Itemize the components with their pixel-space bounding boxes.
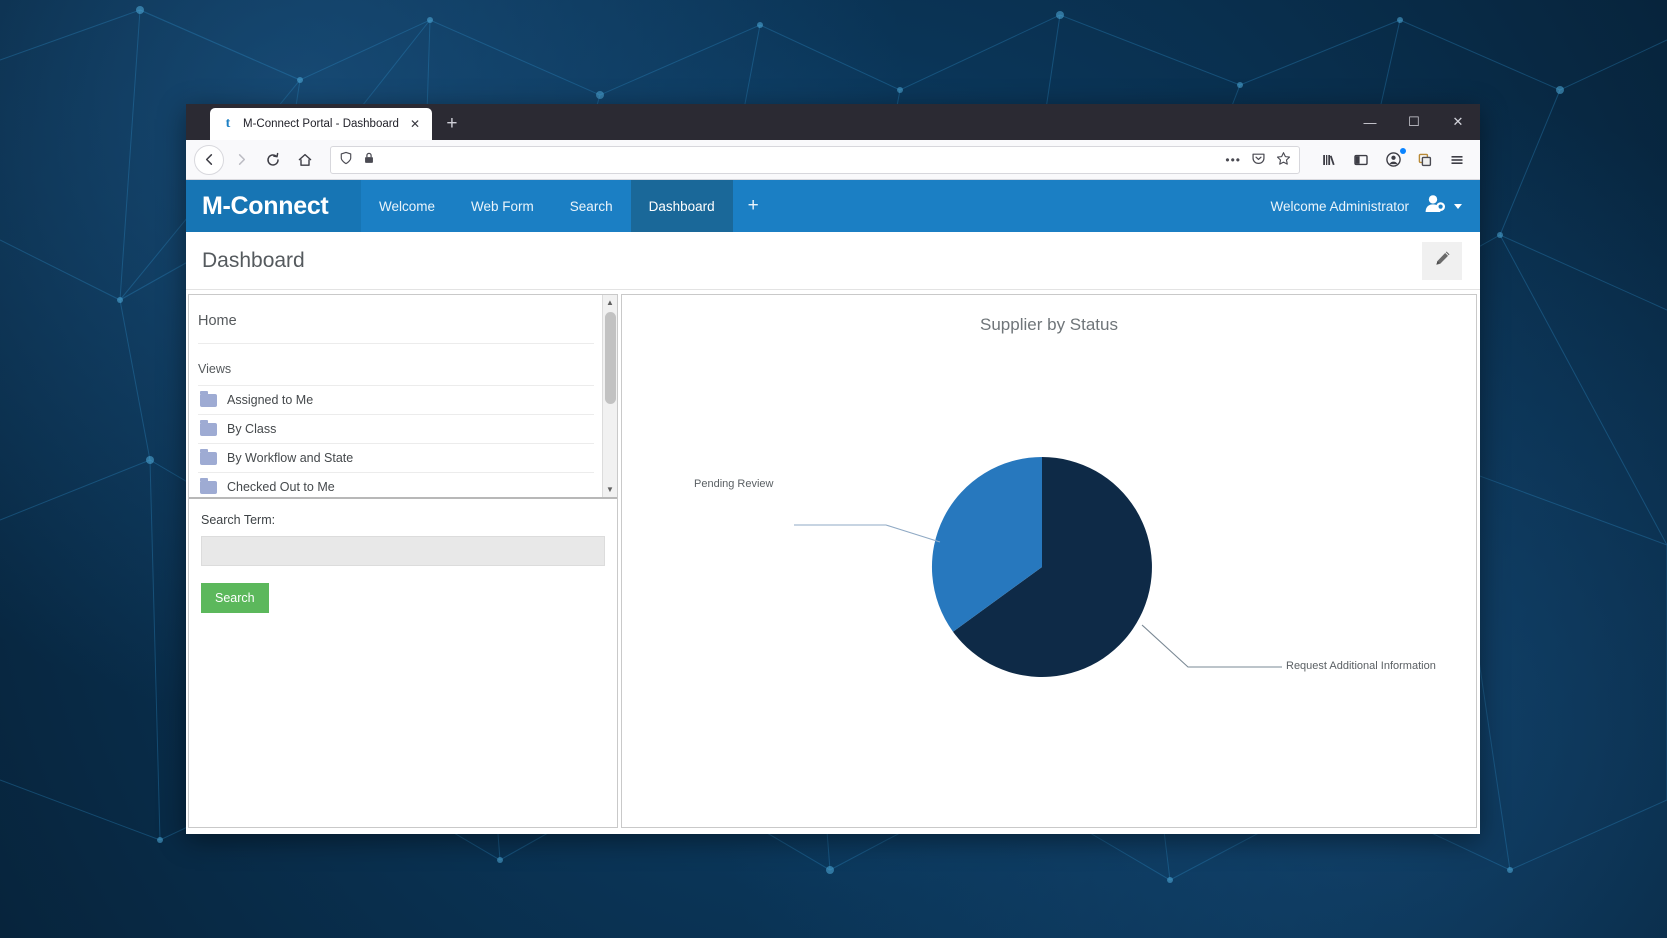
back-icon[interactable]: [194, 144, 224, 175]
page-header: Dashboard: [186, 232, 1480, 290]
browser-toolbar: •••: [186, 140, 1480, 180]
pie-chart-svg: [794, 457, 1282, 677]
container-tabs-icon[interactable]: [1410, 145, 1440, 175]
scrollbar-thumb[interactable]: [604, 312, 616, 404]
chart-title: Supplier by Status: [980, 315, 1118, 334]
lock-icon[interactable]: [362, 151, 376, 168]
sidebar-icon[interactable]: [1346, 145, 1376, 175]
folder-icon: [200, 390, 217, 407]
application-viewport: M-Connect Welcome Web Form Search Dashbo…: [186, 180, 1480, 833]
search-button[interactable]: Search: [201, 583, 269, 613]
scrollbar-track[interactable]: [602, 310, 617, 482]
tree-item-assigned-to-me[interactable]: Assigned to Me: [198, 386, 594, 415]
pie-chart: Pending Review Request Additional Inform…: [622, 335, 1476, 805]
add-nav-tab-button[interactable]: +: [733, 180, 774, 232]
app-brand[interactable]: M-Connect: [186, 180, 361, 232]
pocket-icon[interactable]: [1251, 151, 1266, 169]
user-menu-button[interactable]: [1423, 180, 1480, 232]
menu-icon[interactable]: [1442, 145, 1472, 175]
pie-label-request-additional-information: Request Additional Information: [1286, 660, 1436, 672]
tab-title: M-Connect Portal - Dashboard: [243, 118, 399, 130]
views-tree-container: Home Views Assigned to Me By Class By Wo…: [189, 295, 617, 499]
chart-panel: Supplier by Status Pending Review Reques…: [621, 294, 1477, 828]
tree-item-checked-out-to-me[interactable]: Checked Out to Me: [198, 473, 594, 497]
reload-icon[interactable]: [258, 145, 288, 175]
browser-window: t M-Connect Portal - Dashboard ✕ + — ☐ ✕: [186, 104, 1480, 834]
favicon-icon: t: [225, 116, 231, 131]
bookmark-star-icon[interactable]: [1276, 151, 1291, 169]
scroll-down-icon[interactable]: ▼: [602, 482, 617, 497]
edit-dashboard-button[interactable]: [1422, 241, 1462, 280]
url-bar[interactable]: •••: [330, 145, 1300, 174]
chevron-down-icon: [1454, 203, 1462, 209]
page-actions-icon[interactable]: •••: [1225, 153, 1241, 167]
home-icon[interactable]: [290, 145, 320, 175]
page-title: Dashboard: [202, 248, 305, 272]
browser-tabstrip: t M-Connect Portal - Dashboard ✕ + — ☐ ✕: [186, 104, 1480, 140]
tree-scrollbar[interactable]: ▲ ▼: [602, 295, 617, 497]
welcome-user-label: Welcome Administrator: [1270, 198, 1409, 214]
tree-item-label: Checked Out to Me: [227, 480, 335, 494]
tree-section-views: Views: [198, 344, 594, 386]
scroll-up-icon[interactable]: ▲: [602, 295, 617, 310]
navigation-panel: Home Views Assigned to Me By Class By Wo…: [188, 294, 618, 828]
maximize-button[interactable]: ☐: [1392, 104, 1436, 140]
leader-line-pending-review: [794, 524, 941, 543]
close-window-button[interactable]: ✕: [1436, 104, 1480, 140]
window-controls: — ☐ ✕: [1348, 104, 1480, 140]
toolbar-right-icons: [1310, 145, 1472, 175]
nav-tab-welcome[interactable]: Welcome: [361, 180, 453, 232]
app-navbar: M-Connect Welcome Web Form Search Dashbo…: [186, 180, 1480, 232]
folder-icon: [200, 448, 217, 465]
account-badge: [1400, 147, 1406, 154]
views-tree: Home Views Assigned to Me By Class By Wo…: [189, 295, 602, 497]
app-nav-tabs: Welcome Web Form Search Dashboard +: [361, 180, 774, 232]
leader-line-request-additional-information: [1141, 624, 1282, 668]
minimize-button[interactable]: —: [1348, 104, 1392, 140]
dashboard-content: Home Views Assigned to Me By Class By Wo…: [186, 290, 1480, 833]
account-icon[interactable]: [1378, 145, 1408, 175]
tracking-protection-icon[interactable]: [339, 151, 353, 168]
tree-item-by-class[interactable]: By Class: [198, 415, 594, 444]
folder-icon: [200, 477, 217, 494]
pie-label-pending-review: Pending Review: [694, 478, 774, 490]
folder-icon: [200, 419, 217, 436]
search-term-label: Search Term:: [201, 513, 276, 527]
tree-item-home[interactable]: Home: [198, 295, 594, 344]
nav-tab-web-form[interactable]: Web Form: [453, 180, 552, 232]
close-tab-icon[interactable]: ✕: [407, 116, 423, 132]
pencil-icon: [1433, 249, 1452, 273]
library-icon[interactable]: [1314, 145, 1344, 175]
tree-item-label: By Class: [227, 422, 277, 436]
forward-icon[interactable]: [226, 145, 256, 175]
new-tab-button[interactable]: +: [438, 110, 466, 138]
tree-item-label: Assigned to Me: [227, 393, 314, 407]
search-panel: Search Term: Search: [189, 499, 617, 827]
tree-item-label: By Workflow and State: [227, 451, 354, 465]
search-input[interactable]: [201, 536, 605, 566]
browser-tab[interactable]: t M-Connect Portal - Dashboard ✕: [210, 108, 432, 140]
user-account-icon: [1423, 193, 1449, 220]
nav-tab-dashboard[interactable]: Dashboard: [630, 180, 733, 232]
desktop-background: t M-Connect Portal - Dashboard ✕ + — ☐ ✕: [0, 0, 1667, 938]
nav-tab-search[interactable]: Search: [552, 180, 631, 232]
tree-item-by-workflow-and-state[interactable]: By Workflow and State: [198, 444, 594, 473]
